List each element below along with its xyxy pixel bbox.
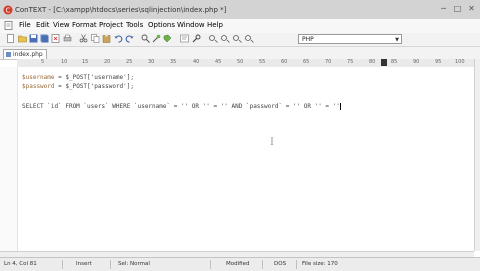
- ruler-label: 80: [369, 59, 376, 65]
- status-position: Ln 4, Col 81: [4, 261, 37, 267]
- ruler-label: 25: [126, 59, 133, 65]
- window-title: ConTEXT - [C:\xampp\htdocs\series\sqlinj…: [15, 6, 227, 14]
- code-text: = $_POST['username'];: [54, 74, 134, 81]
- code-line-1: $username = $_POST['username'];: [22, 74, 134, 81]
- maximize-button[interactable]: □: [451, 3, 464, 14]
- status-bar: Ln 4, Col 81 Insert Sel: Normal Modified…: [0, 257, 480, 271]
- macro-stop-icon[interactable]: [233, 34, 242, 43]
- minimize-button[interactable]: ─: [437, 3, 450, 14]
- app-icon: C: [3, 5, 13, 15]
- macro-record-icon[interactable]: [209, 34, 218, 43]
- code-variable: $password: [22, 83, 55, 90]
- code-line-2: $password = $_POST['password'];: [22, 83, 134, 90]
- ruler-label: 95: [435, 59, 442, 65]
- find-replace-icon[interactable]: [152, 34, 161, 43]
- status-filesize: File size: 170: [302, 261, 338, 267]
- toolbar: [0, 33, 480, 47]
- code-editor[interactable]: $username = $_POST['username']; $passwor…: [18, 67, 474, 251]
- macro-list-icon[interactable]: [245, 34, 254, 43]
- redo-icon[interactable]: [125, 34, 134, 43]
- status-divider: [296, 260, 297, 269]
- menu-format[interactable]: Format: [72, 21, 97, 29]
- status-divider: [210, 260, 211, 269]
- status-divider: [110, 260, 111, 269]
- save-all-icon[interactable]: [40, 34, 49, 43]
- ruler-label: 20: [104, 59, 111, 65]
- paste-icon[interactable]: [102, 34, 111, 43]
- wordwrap-icon[interactable]: [180, 34, 189, 43]
- code-text: = $_POST['password'];: [54, 83, 134, 90]
- menu-options[interactable]: Options: [148, 21, 175, 29]
- undo-icon[interactable]: [114, 34, 123, 43]
- ibeam-cursor-icon: I: [270, 137, 274, 148]
- menu-edit[interactable]: Edit: [36, 21, 50, 29]
- menu-window[interactable]: Window: [177, 21, 205, 29]
- menu-file[interactable]: File: [19, 21, 31, 29]
- code-variable: $username: [22, 74, 55, 81]
- status-format: DOS: [274, 261, 287, 267]
- menu-bar: File Edit View Format Project Tools Opti…: [0, 19, 480, 33]
- close-icon[interactable]: [51, 34, 60, 43]
- tab-label: index.php: [13, 51, 43, 58]
- status-modified: Modified: [226, 261, 250, 267]
- menu-project[interactable]: Project: [99, 21, 123, 29]
- ruler-label: 75: [347, 59, 354, 65]
- language-select-value: PHP: [302, 36, 314, 43]
- ruler-label: 55: [259, 59, 266, 65]
- tab-index-php[interactable]: index.php: [3, 49, 47, 59]
- vertical-scrollbar[interactable]: [474, 59, 480, 251]
- menu-help[interactable]: Help: [207, 21, 223, 29]
- cut-icon[interactable]: [79, 34, 88, 43]
- language-select[interactable]: PHP ▼: [298, 34, 402, 44]
- php-file-icon: [6, 52, 11, 57]
- menu-view[interactable]: View: [53, 21, 70, 29]
- print-icon[interactable]: [63, 34, 72, 43]
- ruler-label: 70: [325, 59, 332, 65]
- ruler-label: 40: [193, 59, 200, 65]
- ruler-label: 50: [237, 59, 244, 65]
- status-insert-mode: Insert: [76, 261, 92, 267]
- chevron-down-icon: ▼: [395, 37, 399, 43]
- ruler-label: 15: [82, 59, 89, 65]
- ruler-label: 45: [215, 59, 222, 65]
- code-text: SELECT `id` FROM `users` WHERE `username…: [22, 103, 340, 110]
- status-divider: [262, 260, 263, 269]
- open-icon[interactable]: [18, 34, 27, 43]
- code-line-4: SELECT `id` FROM `users` WHERE `username…: [22, 103, 341, 110]
- ruler-label: 60: [281, 59, 288, 65]
- find-icon[interactable]: [141, 34, 150, 43]
- ruler-label: 65: [303, 59, 310, 65]
- ruler-label: 85: [391, 59, 398, 65]
- menu-tools[interactable]: Tools: [126, 21, 143, 29]
- text-caret: [339, 103, 341, 110]
- status-divider: [62, 260, 63, 269]
- document-menu-icon[interactable]: [4, 21, 13, 30]
- ruler-label: 30: [148, 59, 155, 65]
- status-selection: Sel: Normal: [118, 261, 150, 267]
- title-bar: C ConTEXT - [C:\xampp\htdocs\series\sqli…: [0, 0, 480, 19]
- ruler-label: 5: [41, 59, 45, 65]
- copy-icon[interactable]: [91, 34, 100, 43]
- new-file-icon[interactable]: [6, 34, 15, 43]
- ruler-label: 100: [455, 59, 465, 65]
- ruler-label: 90: [413, 59, 420, 65]
- save-icon[interactable]: [29, 34, 38, 43]
- ruler-position-marker: [381, 59, 387, 66]
- line-gutter: [0, 67, 18, 251]
- ruler-label: 35: [170, 59, 177, 65]
- macro-play-icon[interactable]: [221, 34, 230, 43]
- settings-icon[interactable]: [192, 34, 201, 43]
- bookmark-icon[interactable]: [163, 34, 172, 43]
- svg-text:C: C: [6, 7, 11, 15]
- ruler-label: 10: [61, 59, 68, 65]
- close-button[interactable]: ✕: [465, 3, 478, 14]
